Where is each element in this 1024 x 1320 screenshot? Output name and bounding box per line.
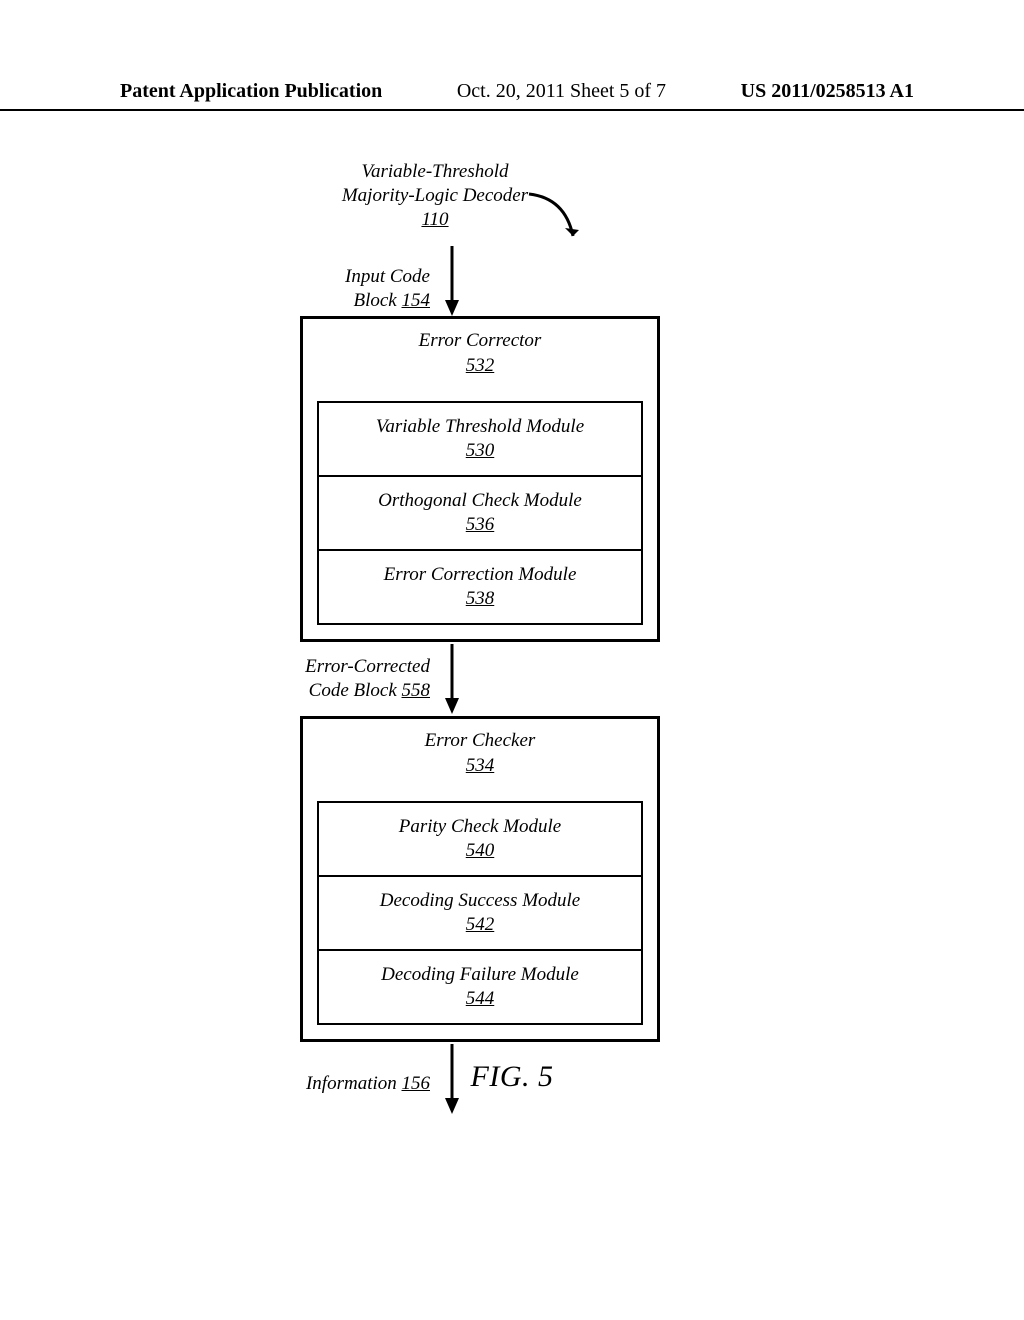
input-label-ref: 154 [402,290,431,311]
input-label-line2-prefix: Block [353,290,401,311]
error-corrector-title-text: Error Corrector [419,330,542,351]
module-name: Decoding Success Module [380,889,581,913]
module-ref: 542 [466,913,495,937]
checker-modules: Parity Check Module 540 Decoding Success… [317,801,643,1025]
arrow-mid-icon [445,644,459,714]
module-name: Variable Threshold Module [376,415,584,439]
orthogonal-check-module: Orthogonal Check Module 536 [317,475,643,551]
page-header: Patent Application Publication Oct. 20, … [0,80,1024,111]
error-checker-ref: 534 [466,755,495,776]
input-label-line1: Input Code [345,266,430,287]
module-ref: 544 [466,987,495,1011]
decoder-title-ref: 110 [421,209,448,230]
leader-line-icon [525,190,585,250]
error-checker-box: Error Checker 534 Parity Check Module 54… [300,716,660,1042]
error-corrector-box: Error Corrector 532 Variable Threshold M… [300,316,660,642]
variable-threshold-module: Variable Threshold Module 530 [317,401,643,477]
module-ref: 540 [466,839,495,863]
error-checker-title: Error Checker 534 [303,729,657,778]
decoder-title-line1: Variable-Threshold [361,161,508,182]
decoding-success-module: Decoding Success Module 542 [317,875,643,951]
input-label: Input Code Block 154 [300,265,430,313]
module-ref: 530 [466,439,495,463]
error-checker-title-text: Error Checker [425,730,536,751]
error-corrector-title: Error Corrector 532 [303,329,657,378]
header-right: US 2011/0258513 A1 [741,80,914,103]
parity-check-module: Parity Check Module 540 [317,801,643,877]
decoder-title: Variable-Threshold Majority-Logic Decode… [340,160,530,231]
error-corrector-ref: 532 [466,355,495,376]
mid-label-ref: 558 [402,680,431,701]
mid-label-line1: Error-Corrected [305,656,430,677]
module-name: Error Correction Module [384,563,577,587]
corrector-modules: Variable Threshold Module 530 Orthogonal… [317,401,643,625]
module-name: Orthogonal Check Module [378,489,582,513]
decoding-failure-module: Decoding Failure Module 544 [317,949,643,1025]
figure-caption: FIG. 5 [0,1060,1024,1094]
module-name: Decoding Failure Module [381,963,579,987]
arrow-input-icon [445,246,459,316]
page: Patent Application Publication Oct. 20, … [0,0,1024,1320]
module-ref: 538 [466,587,495,611]
error-correction-module: Error Correction Module 538 [317,549,643,625]
header-center: Oct. 20, 2011 Sheet 5 of 7 [382,80,740,103]
header-left: Patent Application Publication [120,80,382,103]
module-ref: 536 [466,513,495,537]
mid-label-line2-prefix: Code Block [309,680,402,701]
decoder-title-line2: Majority-Logic Decoder [342,185,528,206]
diagram-area: Variable-Threshold Majority-Logic Decode… [0,160,1024,1160]
mid-label: Error-Corrected Code Block 558 [280,655,430,703]
module-name: Parity Check Module [399,815,562,839]
